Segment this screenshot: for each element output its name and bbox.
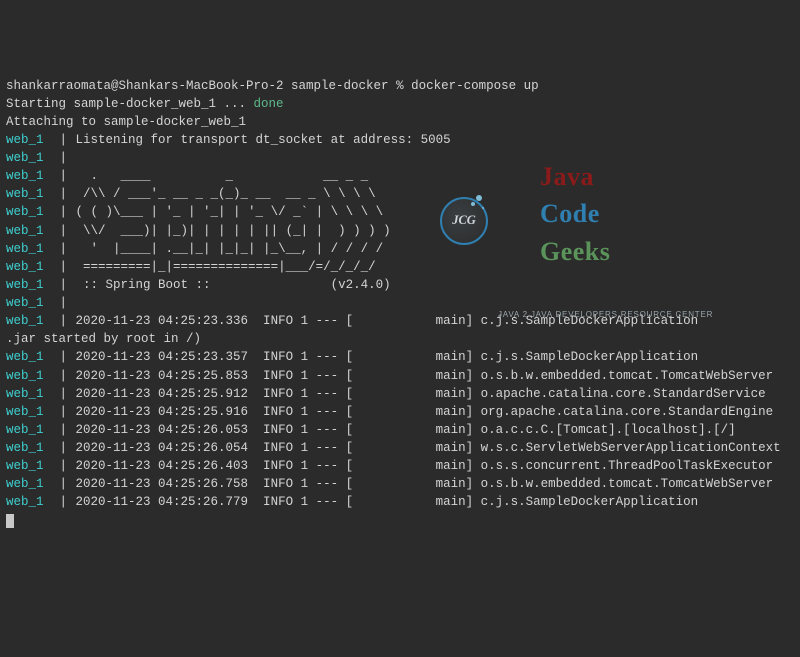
starting-line: Starting sample-docker_web_1 ... done: [6, 95, 794, 113]
logo-word-java: Java: [540, 162, 594, 191]
logo-word-geeks: Geeks: [540, 237, 610, 266]
logo-word-code: Code: [540, 199, 600, 228]
log-line: web_1 | 2020-11-23 04:25:26.758 INFO 1 -…: [6, 475, 794, 493]
log-line: web_1 | 2020-11-23 04:25:25.912 INFO 1 -…: [6, 385, 794, 403]
log-line: web_1 | 2020-11-23 04:25:25.916 INFO 1 -…: [6, 403, 794, 421]
terminal-cursor[interactable]: [6, 514, 14, 528]
java-code-geeks-logo: JCG Java Code Geeks Java 2 Java Develope…: [440, 120, 713, 321]
log-line: web_1 | 2020-11-23 04:25:26.403 INFO 1 -…: [6, 457, 794, 475]
log-line: web_1 | 2020-11-23 04:25:25.853 INFO 1 -…: [6, 367, 794, 385]
log-line: web_1 | 2020-11-23 04:25:26.779 INFO 1 -…: [6, 493, 794, 511]
logo-title: Java Code Geeks: [498, 120, 713, 308]
jcg-badge-icon: JCG: [440, 197, 488, 245]
cursor-line[interactable]: [6, 512, 794, 530]
logo-text-block: Java Code Geeks Java 2 Java Developers R…: [498, 120, 713, 321]
prompt-line: shankarraomata@Shankars-MacBook-Pro-2 sa…: [6, 77, 794, 95]
log-line: web_1 | 2020-11-23 04:25:26.054 INFO 1 -…: [6, 439, 794, 457]
log-line: web_1 | 2020-11-23 04:25:26.053 INFO 1 -…: [6, 421, 794, 439]
log-line-wrap: .jar started by root in /): [6, 330, 794, 348]
logo-subtitle: Java 2 Java Developers Resource Center: [498, 309, 713, 321]
log-line: web_1 | 2020-11-23 04:25:23.357 INFO 1 -…: [6, 348, 794, 366]
